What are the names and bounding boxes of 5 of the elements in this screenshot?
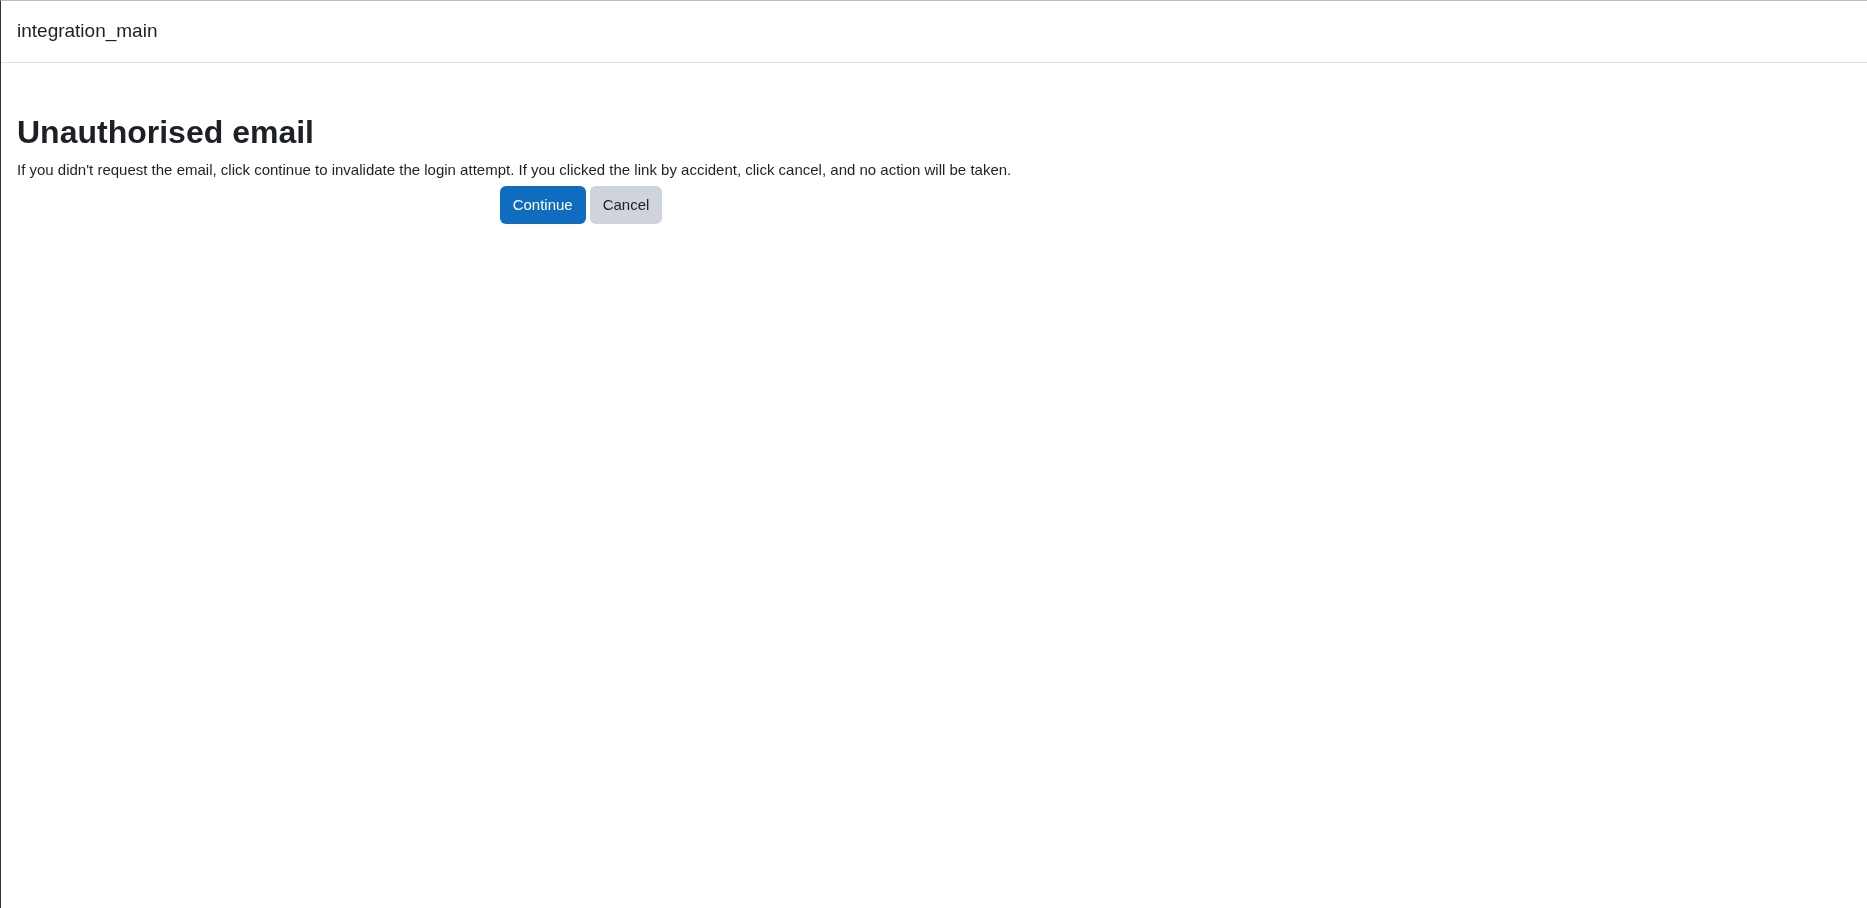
page-heading: Unauthorised email [17,113,315,152]
message-text: If you didn't request the email, click continue to invalidate the login attempt. If you clicked the link by accident, click cancel, and no action will be taken. [17,160,1013,181]
cancel-button[interactable]: Cancel [589,185,663,225]
site-title: integration_main [17,19,158,44]
continue-button[interactable]: Continue [499,185,586,225]
